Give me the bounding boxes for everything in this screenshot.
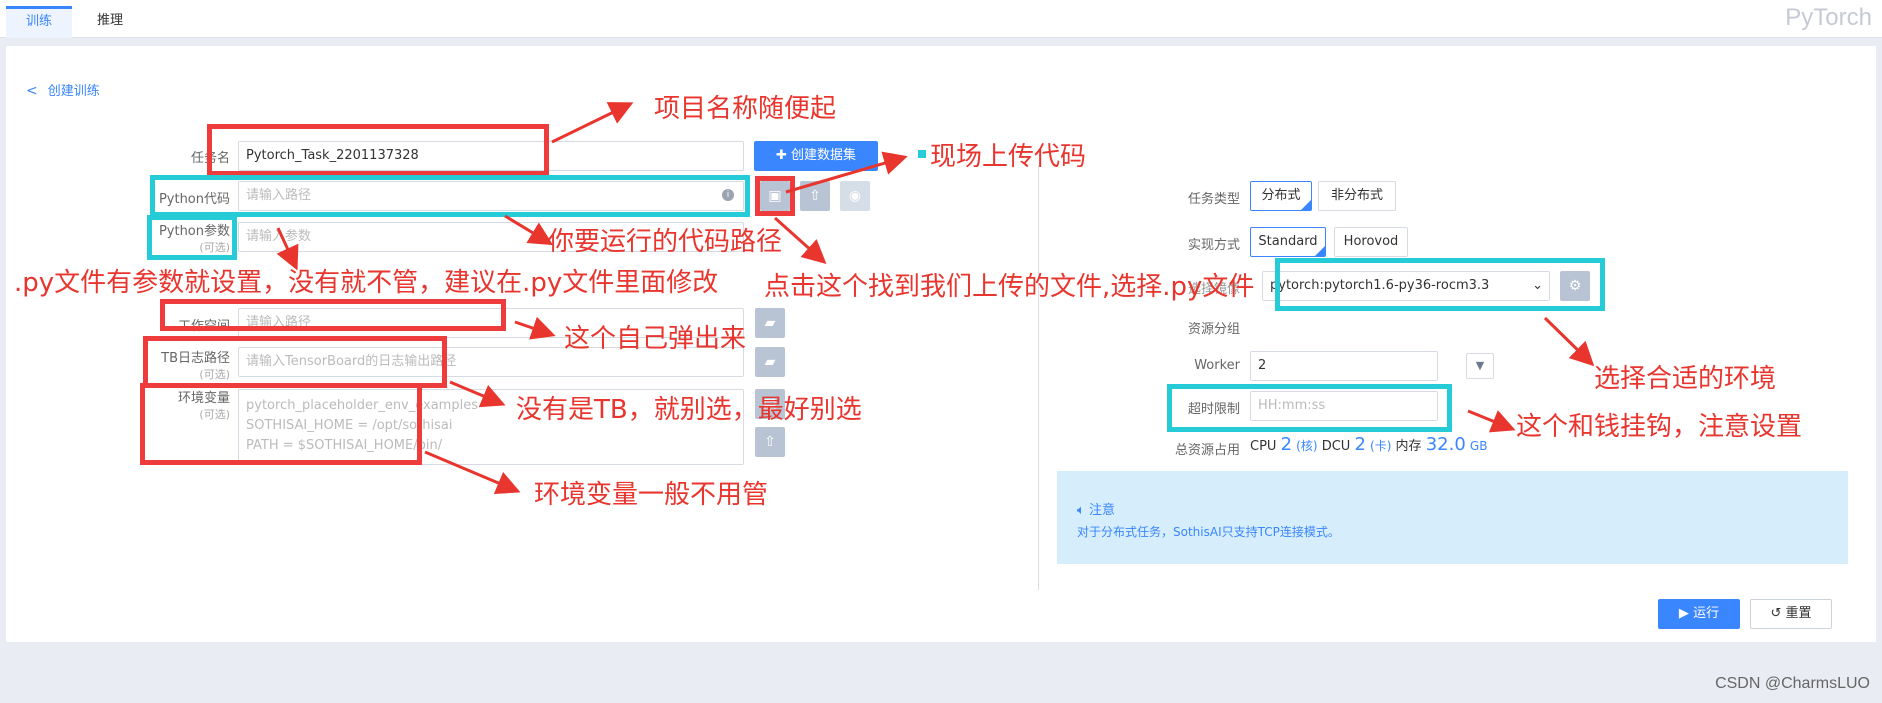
reset-label: 重置 <box>1785 606 1812 621</box>
reset-button[interactable]: ↺ 重置 <box>1750 599 1832 629</box>
dcu-value: 2 <box>1354 434 1366 455</box>
preview-button[interactable]: ◉ <box>840 181 870 211</box>
impl-standard[interactable]: Standard <box>1250 227 1326 257</box>
plus-icon: ✚ <box>775 148 791 163</box>
annotation-browse: 点击这个找到我们上传的文件,选择.py文件 <box>764 272 1255 302</box>
total-resource-label: 总资源占用 <box>1174 443 1240 458</box>
column-divider <box>1038 165 1039 590</box>
notice-box: 🔈︎ 注意 对于分布式任务，SothisAI只支持TCP连接模式。 <box>1057 471 1848 564</box>
run-label: 运行 <box>1693 606 1720 621</box>
annotation-box-image <box>1275 258 1605 311</box>
resource-group-label: 资源分组 <box>1187 322 1240 337</box>
impl-horovod[interactable]: Horovod <box>1334 227 1408 257</box>
task-type-label: 任务类型 <box>1187 192 1240 207</box>
annotation-task-name: 项目名称随便起 <box>654 94 837 124</box>
annotation-box-python-code <box>150 175 750 217</box>
cpu-label: CPU <box>1250 439 1277 454</box>
folder-icon: ▰ <box>764 315 776 331</box>
annotation-tb: 没有是TB，就别选，最好别选 <box>516 395 862 425</box>
cpu-value: 2 <box>1280 434 1293 455</box>
mem-value: 32.0 <box>1425 434 1466 455</box>
task-type-distributed[interactable]: 分布式 <box>1250 181 1312 211</box>
annotation-image: 选择合适的环境 <box>1594 364 1777 394</box>
tab-inference[interactable]: 推理 <box>80 6 140 38</box>
tab-train[interactable]: 训练 <box>6 6 72 38</box>
upload-code-button[interactable]: ⇧ <box>800 181 830 211</box>
reset-icon: ↺ <box>1770 606 1786 621</box>
impl-label: 实现方式 <box>1187 238 1240 253</box>
play-icon: ▶ <box>1678 606 1694 621</box>
annotation-box-timeout <box>1167 384 1452 432</box>
notice-text: 对于分布式任务，SothisAI只支持TCP连接模式。 <box>1077 525 1340 539</box>
create-dataset-button[interactable]: ✚ 创建数据集 <box>754 141 878 171</box>
annotation-workspace: 这个自己弹出来 <box>564 324 747 354</box>
cpu-unit: (核) <box>1296 439 1318 453</box>
notice-title: 🔈︎ 注意 <box>1077 499 1115 518</box>
worker-input[interactable]: 2 <box>1250 351 1438 381</box>
speaker-icon: 🔈︎ <box>1077 503 1089 518</box>
eye-icon: ◉ <box>848 188 862 204</box>
annotation-box-task-name <box>207 124 549 176</box>
dcu-label: DCU <box>1321 439 1351 454</box>
annotation-box-browse <box>755 176 795 216</box>
annotation-box-env <box>140 383 422 465</box>
footer-watermark: CSDN @CharmsLUO <box>1715 675 1870 692</box>
brand-logo: PyTorch <box>1785 4 1872 31</box>
dcu-unit: (卡) <box>1370 439 1392 453</box>
resource-summary: CPU 2 (核) DCU 2 (卡) 内存 32.0 GB <box>1250 434 1487 455</box>
worker-dropdown[interactable]: ▼ <box>1466 353 1494 379</box>
annotation-box-workspace <box>160 299 506 331</box>
upload-icon: ⇧ <box>809 188 821 204</box>
env-upload-button[interactable]: ⇧ <box>755 427 785 457</box>
mem-label: 内存 <box>1395 439 1422 454</box>
annotation-upload: 现场上传代码 <box>930 142 1087 172</box>
annotation-dot <box>918 150 926 158</box>
annotation-args: .py文件有参数就设置，没有就不管，建议在.py文件里面修改 <box>14 268 719 298</box>
workspace-folder-button[interactable]: ▰ <box>755 308 785 338</box>
upload-icon: ⇧ <box>764 434 776 450</box>
mem-unit: GB <box>1469 439 1488 453</box>
annotation-env: 环境变量一般不用管 <box>534 480 769 510</box>
annotation-box-python-args <box>147 215 237 260</box>
back-link-label: 创建训练 <box>47 84 100 99</box>
folder-icon: ▰ <box>764 354 776 370</box>
notice-title-text: 注意 <box>1088 503 1115 518</box>
back-link[interactable]: < 创建训练 <box>26 80 100 99</box>
chevron-left-icon: < <box>26 83 38 99</box>
tb-log-folder-button[interactable]: ▰ <box>755 347 785 377</box>
annotation-code-path: 你要运行的代码路径 <box>548 227 783 257</box>
task-type-non-distributed[interactable]: 非分布式 <box>1318 181 1396 211</box>
annotation-timeout: 这个和钱挂钩，注意设置 <box>1516 412 1803 442</box>
top-bar: 训练 推理 PyTorch <box>0 0 1882 38</box>
run-button[interactable]: ▶ 运行 <box>1658 599 1740 629</box>
caret-down-icon: ▼ <box>1475 359 1485 372</box>
annotation-box-tb-log <box>143 336 447 388</box>
create-dataset-label: 创建数据集 <box>791 148 857 163</box>
worker-label: Worker <box>1194 358 1240 373</box>
